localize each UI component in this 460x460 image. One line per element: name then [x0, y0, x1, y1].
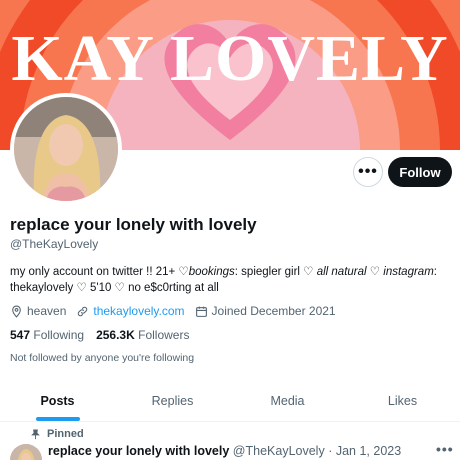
profile-tabs: Posts Replies Media Likes — [0, 380, 460, 422]
following-label: Following — [33, 328, 85, 342]
tweet-author-handle[interactable]: @TheKayLovely — [233, 444, 325, 458]
location-text: heaven — [27, 304, 67, 318]
followers-link[interactable]: 256.3K Followers — [96, 328, 189, 342]
tab-label: Media — [270, 393, 305, 408]
bio-text: instagram — [383, 266, 434, 278]
website-link[interactable]: thekaylovely.com — [93, 304, 184, 318]
tweet-separator: · — [328, 444, 333, 458]
not-followed-note: Not followed by anyone you're following — [10, 352, 195, 364]
profile-meta: heaven thekaylovely.com Joined December … — [10, 304, 346, 318]
following-link[interactable]: 547 Following — [10, 328, 84, 342]
tweet-author-avatar[interactable] — [10, 444, 42, 460]
tab-likes[interactable]: Likes — [345, 380, 460, 421]
joined-text: Joined December 2021 — [211, 304, 336, 318]
profile-website[interactable]: thekaylovely.com — [76, 304, 185, 318]
pin-icon — [30, 428, 41, 440]
bio-text: ♡ — [366, 266, 384, 278]
tab-media[interactable]: Media — [230, 380, 345, 421]
tweet-avatar-photo — [10, 444, 42, 460]
followers-label: Followers — [138, 328, 190, 342]
link-icon — [76, 305, 89, 318]
profile-avatar[interactable] — [10, 93, 122, 205]
profile-handle: @TheKayLovely — [10, 237, 99, 251]
tab-posts[interactable]: Posts — [0, 380, 115, 421]
followers-count: 256.3K — [96, 328, 135, 342]
tab-label: Likes — [387, 393, 418, 408]
follow-button[interactable]: Follow — [388, 157, 452, 187]
location-icon — [10, 305, 23, 318]
bio-text: bookings — [188, 266, 235, 278]
profile-display-name: replace your lonely with lovely — [10, 215, 257, 234]
profile-bio: my only account on twitter !! 21+ ♡booki… — [10, 264, 452, 296]
tab-label: Posts — [40, 393, 75, 408]
pinned-indicator: Pinned — [30, 428, 84, 440]
tab-label: Replies — [151, 393, 194, 408]
following-count: 547 — [10, 328, 31, 342]
pinned-label: Pinned — [47, 428, 84, 440]
calendar-icon — [195, 305, 208, 318]
tweet-header: replace your lonely with lovely @TheKayL… — [48, 444, 401, 458]
profile-counts: 547 Following 256.3K Followers — [10, 328, 189, 342]
active-tab-indicator — [35, 417, 80, 421]
profile-joined: Joined December 2021 — [195, 304, 336, 318]
bio-text: my only account on twitter !! 21+ ♡ — [10, 266, 189, 278]
more-icon: ••• — [358, 163, 378, 180]
bio-text: : spiegler girl ♡ — [234, 266, 317, 278]
more-options-button[interactable]: ••• — [353, 157, 383, 187]
profile-location: heaven — [10, 304, 66, 318]
tweet-author-name[interactable]: replace your lonely with lovely — [48, 444, 229, 458]
banner-title: KAY LOVELY — [11, 22, 449, 95]
avatar-photo — [14, 97, 118, 201]
tweet-date[interactable]: Jan 1, 2023 — [336, 444, 401, 458]
bio-text: all natural — [316, 266, 367, 278]
tab-replies[interactable]: Replies — [115, 380, 230, 421]
tweet-more-button[interactable]: ••• — [436, 441, 454, 457]
